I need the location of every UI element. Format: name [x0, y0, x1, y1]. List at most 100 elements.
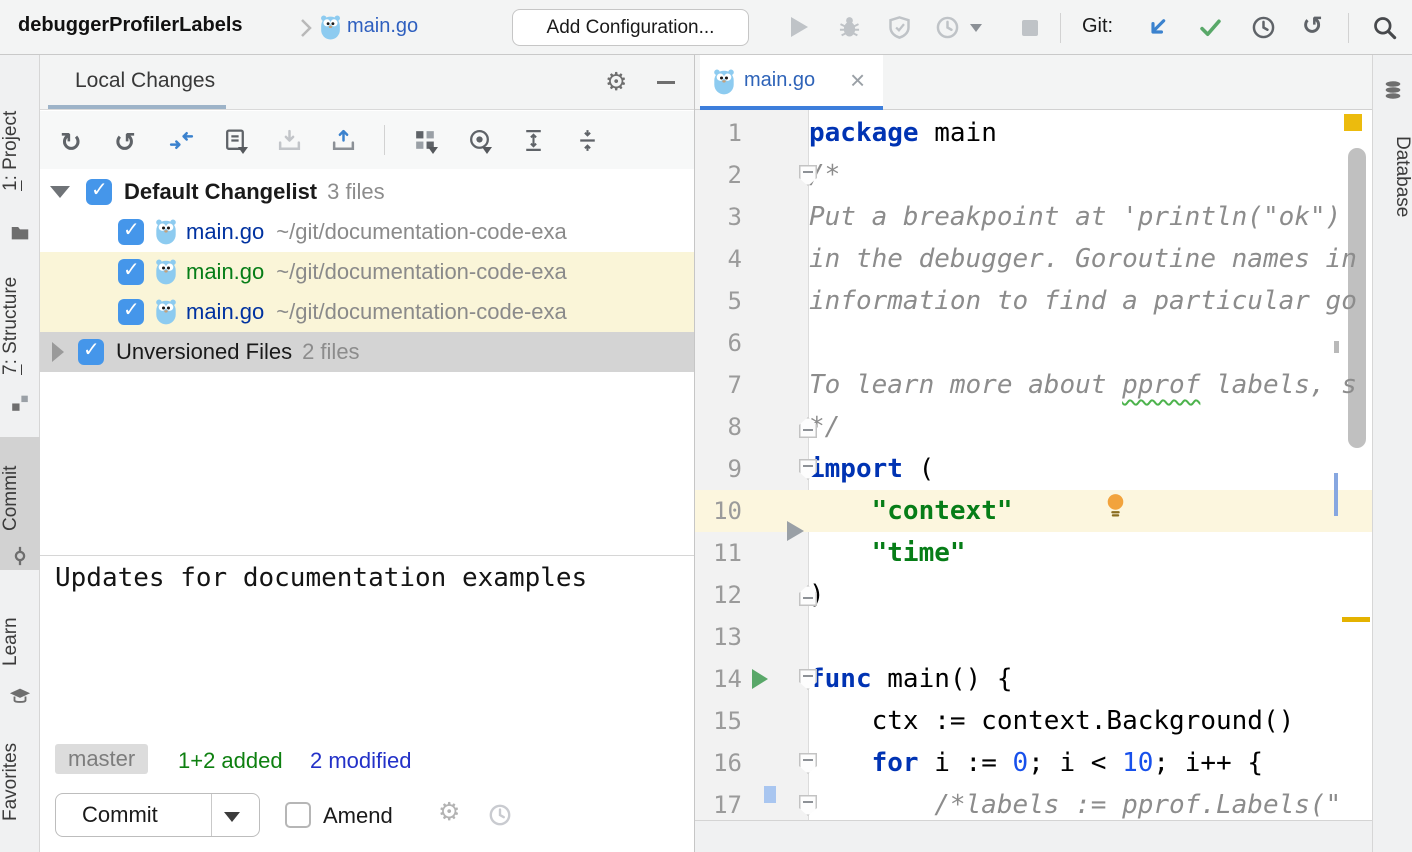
profiler-button[interactable] [934, 14, 961, 41]
line-number[interactable]: 6 [695, 322, 742, 364]
file-checkbox[interactable] [118, 259, 144, 285]
hide-panel-icon[interactable] [657, 81, 675, 84]
changed-file-row[interactable]: main.go~/git/documentation-code-exa [40, 252, 694, 292]
group-by-icon[interactable] [412, 127, 439, 154]
code-text[interactable]: "context" [809, 490, 1013, 532]
code-text[interactable]: package main [809, 112, 997, 154]
line-number[interactable]: 11 [695, 532, 742, 574]
profiler-dropdown-icon[interactable] [970, 24, 982, 32]
code-line[interactable]: 3 Put a breakpoint at 'println("ok") [695, 196, 1372, 238]
run-with-coverage-button[interactable] [886, 14, 913, 41]
code-line[interactable]: 15 ctx := context.Background() [695, 700, 1372, 742]
code-line[interactable]: 14 func main() { [695, 658, 1372, 700]
vcs-change-marker[interactable] [764, 786, 776, 803]
code-line[interactable]: 12) [695, 574, 1372, 616]
line-number[interactable]: 9 [695, 448, 742, 490]
changelist-checkbox[interactable] [86, 179, 112, 205]
amend-checkbox[interactable] [285, 802, 311, 828]
changelist-row[interactable]: Default Changelist 3 files [40, 172, 694, 212]
expand-all-icon[interactable] [520, 127, 547, 154]
commit-button[interactable]: Commit [55, 793, 260, 837]
commit-dropdown-icon[interactable] [224, 812, 240, 822]
line-number[interactable]: 4 [695, 238, 742, 280]
rollback-icon[interactable]: ↺ [114, 127, 141, 154]
line-number[interactable]: 13 [695, 616, 742, 658]
line-number[interactable]: 15 [695, 700, 742, 742]
code-line[interactable]: 6 [695, 322, 1372, 364]
editor-scrollbar[interactable] [1348, 148, 1366, 448]
code-line[interactable]: 13 [695, 616, 1372, 658]
code-text[interactable]: "time" [809, 532, 966, 574]
collapse-arrow-icon[interactable] [52, 342, 64, 362]
code-line[interactable]: 10 "context" [695, 490, 1372, 532]
line-number[interactable]: 2 [695, 154, 742, 196]
code-text[interactable]: ctx := context.Background() [809, 700, 1294, 742]
code-line[interactable]: 4in the debugger. Goroutine names in [695, 238, 1372, 280]
unshelve-icon[interactable] [330, 127, 357, 154]
commit-options-gear-icon[interactable]: ⚙ [438, 797, 460, 827]
search-everywhere-button[interactable] [1371, 14, 1398, 41]
git-history-button[interactable] [1250, 14, 1277, 41]
tab-local-changes[interactable]: Local Changes [75, 69, 215, 93]
intention-bulb-icon[interactable] [1102, 491, 1129, 518]
code-line[interactable]: 9 import ( [695, 448, 1372, 490]
warning-stripe-mark[interactable] [1342, 617, 1370, 622]
tab-main-go[interactable]: main.go × [700, 55, 883, 110]
changed-file-row[interactable]: main.go~/git/documentation-code-exa [40, 212, 694, 252]
refresh-icon[interactable]: ↻ [60, 127, 87, 154]
code-text[interactable]: /*labels := pprof.Labels(" [809, 784, 1341, 820]
line-number[interactable]: 10 [695, 490, 742, 532]
code-text[interactable]: for i := 0; i < 10; i++ { [809, 742, 1263, 784]
sidebar-item-project[interactable]: 1: Project [0, 85, 40, 217]
changed-lines-stripe-mark[interactable] [1334, 473, 1338, 516]
sidebar-item-learn[interactable]: Learn [0, 602, 40, 682]
code-line[interactable]: 1 package main [695, 112, 1372, 154]
code-line[interactable]: 16 for i := 0; i < 10; i++ { [695, 742, 1372, 784]
unversioned-checkbox[interactable] [78, 339, 104, 365]
changelist-icon[interactable] [222, 127, 249, 154]
run-button[interactable] [791, 17, 808, 37]
code-text[interactable]: Put a breakpoint at 'println("ok") [809, 196, 1341, 238]
commit-history-clock-icon[interactable] [487, 802, 513, 828]
update-project-icon[interactable] [168, 127, 195, 154]
panel-divider[interactable] [40, 555, 694, 556]
code-line[interactable]: 2/* [695, 154, 1372, 196]
line-number[interactable]: 3 [695, 196, 742, 238]
collapse-all-icon[interactable] [574, 127, 601, 154]
add-configuration-button[interactable]: Add Configuration... [512, 9, 749, 46]
debug-button[interactable] [836, 14, 863, 41]
line-number[interactable]: 7 [695, 364, 742, 406]
commit-message-input[interactable]: Updates for documentation examples [55, 563, 587, 593]
expand-arrow-icon[interactable] [50, 186, 70, 198]
breadcrumb-project[interactable]: debuggerProfilerLabels [18, 14, 243, 37]
gear-icon[interactable]: ⚙ [605, 67, 627, 97]
line-number[interactable]: 17 [695, 784, 742, 820]
code-line[interactable]: 11 "time" [695, 532, 1372, 574]
sidebar-item-database[interactable]: Database [1373, 112, 1412, 242]
code-line[interactable]: 7 To learn more about pprof labels, s [695, 364, 1372, 406]
sidebar-item-favorites[interactable]: Favorites [0, 716, 40, 848]
line-number[interactable]: 14 [695, 658, 742, 700]
code-editor[interactable]: 1 package main2/*3 Put a breakpoint at 'pr… [695, 110, 1372, 820]
code-line[interactable]: 17 /*labels := pprof.Labels(" [695, 784, 1372, 820]
code-text[interactable]: import ( [809, 448, 934, 490]
line-number[interactable]: 5 [695, 280, 742, 322]
line-number[interactable]: 12 [695, 574, 742, 616]
line-number[interactable]: 1 [695, 112, 742, 154]
code-line[interactable]: 5information to find a particular go [695, 280, 1372, 322]
git-rollback-button[interactable]: ↺ [1302, 13, 1323, 40]
git-update-button[interactable] [1144, 14, 1171, 41]
stop-button[interactable] [1022, 20, 1038, 36]
sidebar-item-structure[interactable]: 7: Structure [0, 262, 40, 390]
code-text[interactable]: To learn more about pprof labels, s [809, 364, 1357, 406]
file-checkbox[interactable] [118, 299, 144, 325]
inspection-indicator[interactable] [1344, 114, 1362, 131]
run-main-icon[interactable] [752, 669, 768, 689]
changed-file-row[interactable]: main.go~/git/documentation-code-exa [40, 292, 694, 332]
preview-diff-icon[interactable] [466, 127, 493, 154]
line-number[interactable]: 16 [695, 742, 742, 784]
breadcrumb-file[interactable]: main.go [347, 15, 418, 38]
file-checkbox[interactable] [118, 219, 144, 245]
code-text[interactable]: func main() { [809, 658, 1013, 700]
line-number[interactable]: 8 [695, 406, 742, 448]
